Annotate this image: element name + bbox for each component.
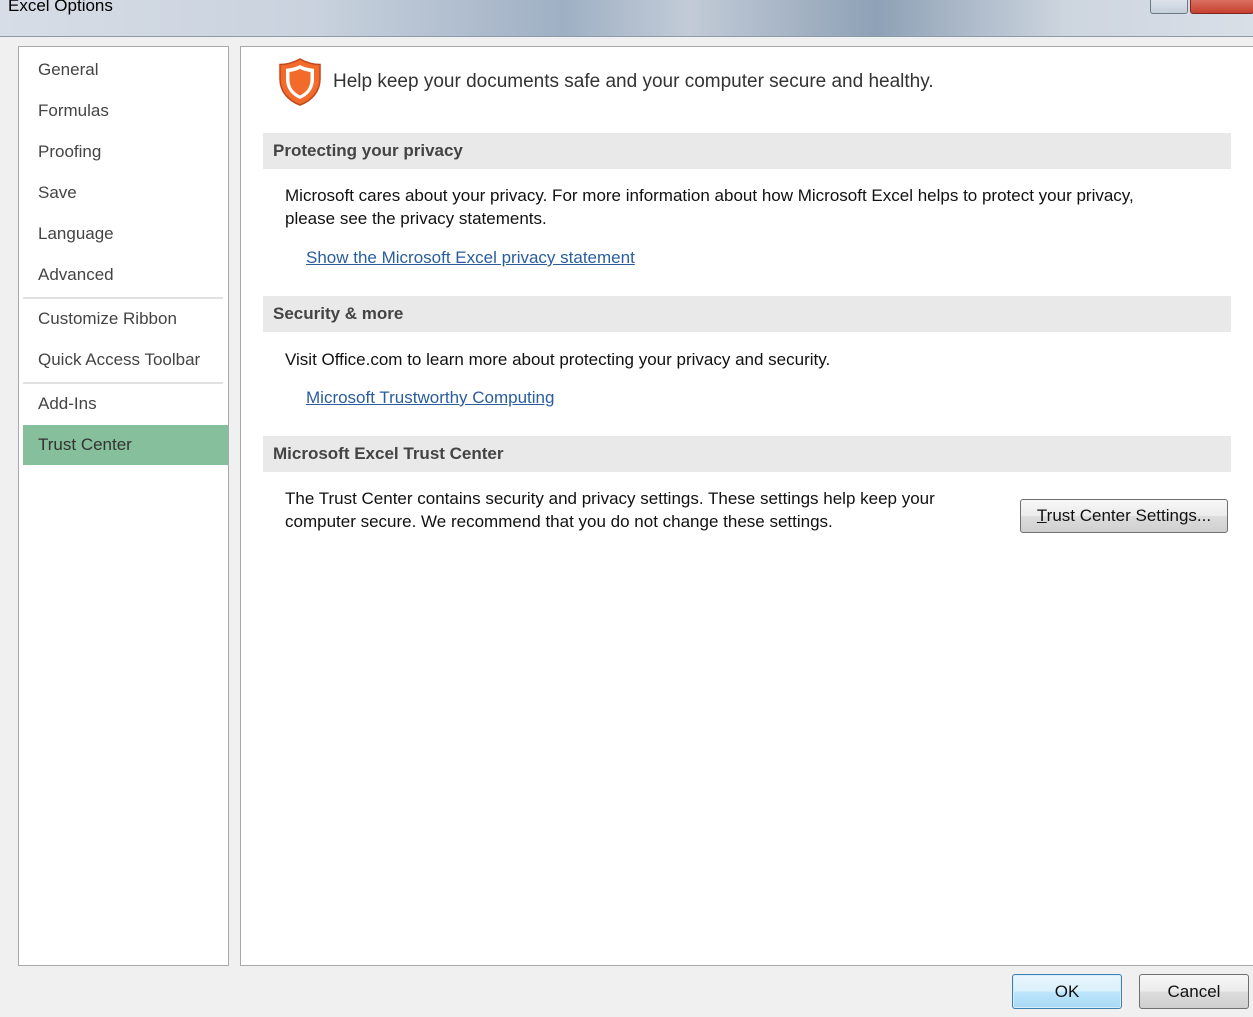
nav-item-advanced[interactable]: Advanced bbox=[23, 255, 228, 295]
section-header-privacy: Protecting your privacy bbox=[263, 133, 1231, 169]
trust-center-panel: Help keep your documents safe and your c… bbox=[240, 46, 1253, 966]
page-headline: Help keep your documents safe and your c… bbox=[333, 71, 934, 92]
trustworthy-computing-link[interactable]: Microsoft Trustworthy Computing bbox=[306, 388, 554, 408]
ok-button[interactable]: OK bbox=[1012, 974, 1122, 1009]
nav-item-formulas[interactable]: Formulas bbox=[23, 91, 228, 131]
options-nav: General Formulas Proofing Save Language … bbox=[18, 46, 229, 966]
privacy-statement-link[interactable]: Show the Microsoft Excel privacy stateme… bbox=[306, 248, 635, 268]
cancel-button[interactable]: Cancel bbox=[1139, 974, 1249, 1009]
nav-item-language[interactable]: Language bbox=[23, 214, 228, 254]
section-header-trust-center: Microsoft Excel Trust Center bbox=[263, 436, 1231, 472]
shield-icon bbox=[279, 58, 321, 106]
security-text: Visit Office.com to learn more about pro… bbox=[285, 350, 831, 369]
close-button[interactable] bbox=[1190, 0, 1253, 14]
trust-center-text-line-1: The Trust Center contains security and p… bbox=[285, 489, 935, 508]
privacy-text-line-1: Microsoft cares about your privacy. For … bbox=[285, 186, 1134, 205]
trust-center-settings-button[interactable]: Trust Center Settings... bbox=[1020, 499, 1228, 533]
excel-options-dialog: Excel Options General Formulas Proofing … bbox=[0, 0, 1253, 1017]
button-accelerator: T bbox=[1036, 506, 1047, 525]
nav-item-proofing[interactable]: Proofing bbox=[23, 132, 228, 172]
section-header-security: Security & more bbox=[263, 296, 1231, 332]
nav-item-quick-access-toolbar[interactable]: Quick Access Toolbar bbox=[23, 340, 228, 380]
minimize-button[interactable] bbox=[1150, 0, 1188, 14]
button-label: rust Center Settings... bbox=[1046, 506, 1212, 525]
privacy-text-line-2: please see the privacy statements. bbox=[285, 209, 547, 228]
window-title: Excel Options bbox=[8, 0, 113, 15]
nav-item-customize-ribbon[interactable]: Customize Ribbon bbox=[23, 299, 228, 339]
nav-item-general[interactable]: General bbox=[23, 50, 228, 90]
title-bar[interactable]: Excel Options bbox=[0, 0, 1253, 37]
trust-center-text-line-2: computer secure. We recommend that you d… bbox=[285, 512, 833, 531]
nav-item-save[interactable]: Save bbox=[23, 173, 228, 213]
nav-item-trust-center[interactable]: Trust Center bbox=[23, 425, 228, 465]
nav-item-add-ins[interactable]: Add-Ins bbox=[23, 384, 228, 424]
